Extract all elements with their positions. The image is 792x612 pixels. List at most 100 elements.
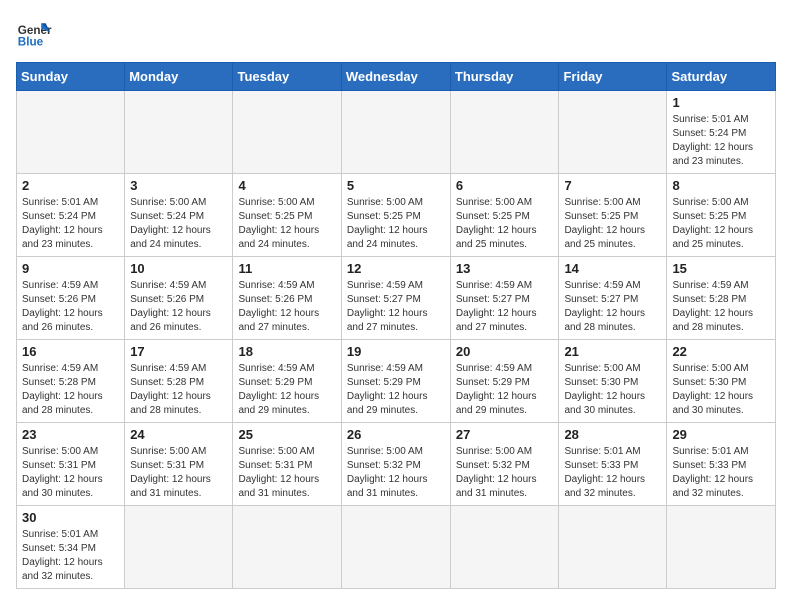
calendar-weekday-thursday: Thursday [450, 63, 559, 91]
day-number: 30 [22, 510, 119, 525]
calendar-cell: 14 Sunrise: 4:59 AM Sunset: 5:27 PM Dayli… [559, 257, 667, 340]
calendar-cell [450, 506, 559, 589]
day-number: 28 [564, 427, 661, 442]
calendar-week-row: 9 Sunrise: 4:59 AM Sunset: 5:26 PM Daylig… [17, 257, 776, 340]
calendar-header-row: SundayMondayTuesdayWednesdayThursdayFrid… [17, 63, 776, 91]
calendar-cell: 28 Sunrise: 5:01 AM Sunset: 5:33 PM Dayli… [559, 423, 667, 506]
day-number: 23 [22, 427, 119, 442]
calendar-cell: 16 Sunrise: 4:59 AM Sunset: 5:28 PM Dayli… [17, 340, 125, 423]
calendar-cell [233, 91, 341, 174]
day-info: Sunrise: 5:00 AM Sunset: 5:30 PM Dayligh… [672, 362, 770, 418]
day-number: 15 [672, 261, 770, 276]
calendar-cell: 12Sunrise: 4:59 AM Sunset: 5:27 PM Dayli… [341, 257, 450, 340]
calendar-weekday-sunday: Sunday [17, 63, 125, 91]
day-info: Sunrise: 5:01 AM Sunset: 5:33 PM Dayligh… [564, 445, 661, 501]
day-number: 20 [456, 344, 554, 359]
calendar-cell: 20 Sunrise: 4:59 AM Sunset: 5:29 PM Dayli… [450, 340, 559, 423]
day-number: 2 [22, 178, 119, 193]
day-number: 13 [456, 261, 554, 276]
day-number: 25 [238, 427, 335, 442]
day-number: 7 [564, 178, 661, 193]
day-info: Sunrise: 5:01 AM Sunset: 5:33 PM Dayligh… [672, 445, 770, 501]
day-info: Sunrise: 4:59 AM Sunset: 5:26 PM Dayligh… [22, 279, 119, 335]
day-info: Sunrise: 5:01 AM Sunset: 5:34 PM Dayligh… [22, 528, 119, 584]
day-info: Sunrise: 5:00 AM Sunset: 5:25 PM Dayligh… [238, 196, 335, 252]
calendar-cell [450, 91, 559, 174]
day-info: Sunrise: 5:00 AM Sunset: 5:24 PM Dayligh… [130, 196, 227, 252]
svg-text:Blue: Blue [18, 36, 44, 49]
day-number: 24 [130, 427, 227, 442]
calendar-weekday-saturday: Saturday [667, 63, 776, 91]
day-number: 9 [22, 261, 119, 276]
day-info: Sunrise: 5:01 AM Sunset: 5:24 PM Dayligh… [672, 113, 770, 169]
calendar-week-row: 2 Sunrise: 5:01 AM Sunset: 5:24 PM Daylig… [17, 174, 776, 257]
day-info: Sunrise: 4:59 AM Sunset: 5:28 PM Dayligh… [672, 279, 770, 335]
day-number: 3 [130, 178, 227, 193]
day-number: 4 [238, 178, 335, 193]
day-info: Sunrise: 5:00 AM Sunset: 5:30 PM Dayligh… [564, 362, 661, 418]
calendar-cell: 23Sunrise: 5:00 AM Sunset: 5:31 PM Dayli… [17, 423, 125, 506]
day-info: Sunrise: 4:59 AM Sunset: 5:27 PM Dayligh… [347, 279, 445, 335]
calendar-cell: 11 Sunrise: 4:59 AM Sunset: 5:26 PM Dayli… [233, 257, 341, 340]
day-number: 19 [347, 344, 445, 359]
day-number: 17 [130, 344, 227, 359]
day-info: Sunrise: 4:59 AM Sunset: 5:28 PM Dayligh… [130, 362, 227, 418]
day-number: 18 [238, 344, 335, 359]
calendar-cell: 27 Sunrise: 5:00 AM Sunset: 5:32 PM Dayli… [450, 423, 559, 506]
calendar-cell [559, 506, 667, 589]
day-number: 26 [347, 427, 445, 442]
day-number: 16 [22, 344, 119, 359]
calendar-cell: 5 Sunrise: 5:00 AM Sunset: 5:25 PM Daylig… [341, 174, 450, 257]
logo: General Blue [16, 16, 52, 52]
day-info: Sunrise: 4:59 AM Sunset: 5:29 PM Dayligh… [456, 362, 554, 418]
day-number: 27 [456, 427, 554, 442]
day-number: 5 [347, 178, 445, 193]
day-number: 8 [672, 178, 770, 193]
day-info: Sunrise: 5:00 AM Sunset: 5:32 PM Dayligh… [456, 445, 554, 501]
day-info: Sunrise: 4:59 AM Sunset: 5:26 PM Dayligh… [238, 279, 335, 335]
day-info: Sunrise: 4:59 AM Sunset: 5:26 PM Dayligh… [130, 279, 227, 335]
day-info: Sunrise: 5:00 AM Sunset: 5:32 PM Dayligh… [347, 445, 445, 501]
calendar-cell: 25 Sunrise: 5:00 AM Sunset: 5:31 PM Dayli… [233, 423, 341, 506]
calendar-cell: 22Sunrise: 5:00 AM Sunset: 5:30 PM Dayli… [667, 340, 776, 423]
calendar-cell: 13Sunrise: 4:59 AM Sunset: 5:27 PM Dayli… [450, 257, 559, 340]
calendar-weekday-wednesday: Wednesday [341, 63, 450, 91]
calendar-cell: 3 Sunrise: 5:00 AM Sunset: 5:24 PM Daylig… [125, 174, 233, 257]
calendar-cell: 15 Sunrise: 4:59 AM Sunset: 5:28 PM Dayli… [667, 257, 776, 340]
day-info: Sunrise: 5:01 AM Sunset: 5:24 PM Dayligh… [22, 196, 119, 252]
calendar-cell [341, 506, 450, 589]
calendar-cell: 9 Sunrise: 4:59 AM Sunset: 5:26 PM Daylig… [17, 257, 125, 340]
calendar-cell [233, 506, 341, 589]
calendar-cell [17, 91, 125, 174]
day-info: Sunrise: 5:00 AM Sunset: 5:25 PM Dayligh… [456, 196, 554, 252]
calendar-cell: 7 Sunrise: 5:00 AM Sunset: 5:25 PM Daylig… [559, 174, 667, 257]
calendar-cell [559, 91, 667, 174]
day-number: 29 [672, 427, 770, 442]
calendar-cell: 26 Sunrise: 5:00 AM Sunset: 5:32 PM Dayli… [341, 423, 450, 506]
day-info: Sunrise: 4:59 AM Sunset: 5:27 PM Dayligh… [564, 279, 661, 335]
day-number: 10 [130, 261, 227, 276]
calendar-week-row: 30 Sunrise: 5:01 AM Sunset: 5:34 PM Dayli… [17, 506, 776, 589]
day-info: Sunrise: 4:59 AM Sunset: 5:29 PM Dayligh… [238, 362, 335, 418]
calendar-cell: 1 Sunrise: 5:01 AM Sunset: 5:24 PM Daylig… [667, 91, 776, 174]
calendar-cell: 2 Sunrise: 5:01 AM Sunset: 5:24 PM Daylig… [17, 174, 125, 257]
day-info: Sunrise: 5:00 AM Sunset: 5:25 PM Dayligh… [347, 196, 445, 252]
calendar-cell: 17 Sunrise: 4:59 AM Sunset: 5:28 PM Dayli… [125, 340, 233, 423]
day-info: Sunrise: 4:59 AM Sunset: 5:28 PM Dayligh… [22, 362, 119, 418]
day-number: 11 [238, 261, 335, 276]
calendar-cell: 18 Sunrise: 4:59 AM Sunset: 5:29 PM Dayli… [233, 340, 341, 423]
calendar-cell: 21Sunrise: 5:00 AM Sunset: 5:30 PM Dayli… [559, 340, 667, 423]
day-number: 6 [456, 178, 554, 193]
calendar-table: SundayMondayTuesdayWednesdayThursdayFrid… [16, 62, 776, 589]
day-info: Sunrise: 5:00 AM Sunset: 5:25 PM Dayligh… [564, 196, 661, 252]
calendar-cell: 4 Sunrise: 5:00 AM Sunset: 5:25 PM Daylig… [233, 174, 341, 257]
calendar-cell [667, 506, 776, 589]
day-number: 1 [672, 95, 770, 110]
day-info: Sunrise: 5:00 AM Sunset: 5:31 PM Dayligh… [238, 445, 335, 501]
day-number: 14 [564, 261, 661, 276]
calendar-cell: 8 Sunrise: 5:00 AM Sunset: 5:25 PM Daylig… [667, 174, 776, 257]
calendar-cell: 30 Sunrise: 5:01 AM Sunset: 5:34 PM Dayli… [17, 506, 125, 589]
logo-icon: General Blue [16, 16, 52, 52]
calendar-weekday-friday: Friday [559, 63, 667, 91]
day-info: Sunrise: 5:00 AM Sunset: 5:25 PM Dayligh… [672, 196, 770, 252]
